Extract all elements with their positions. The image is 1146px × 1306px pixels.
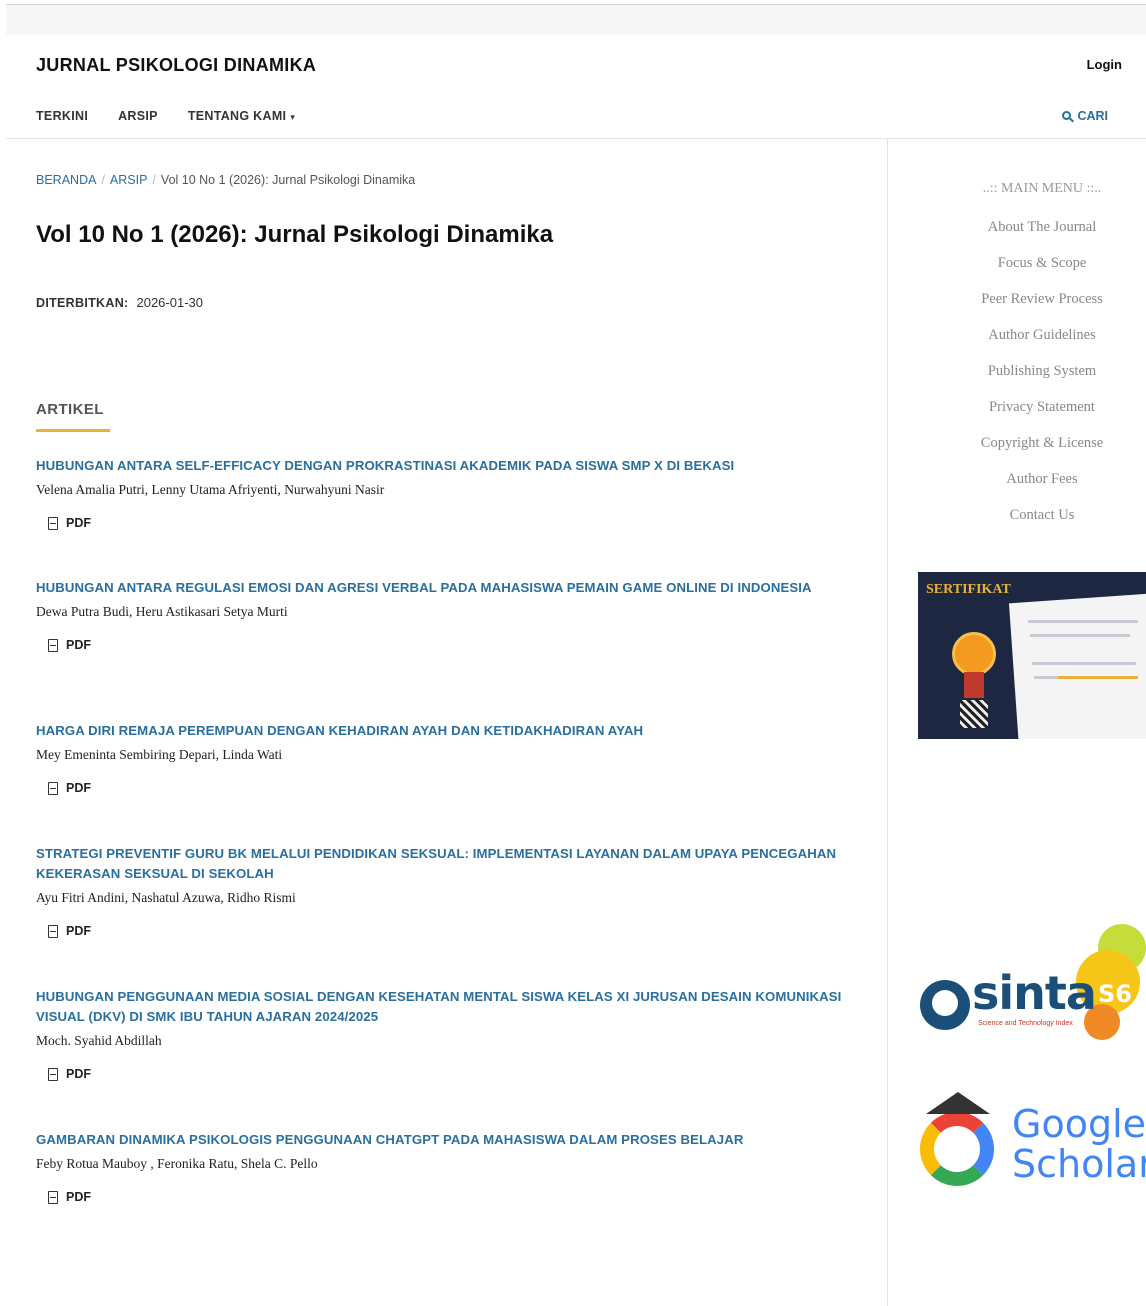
pdf-label: PDF <box>66 516 91 530</box>
sinta-tagline: Science and Technology Index <box>978 1020 1073 1027</box>
article-item: STRATEGI PREVENTIF GURU BK MELALUI PENDI… <box>36 844 866 943</box>
article-authors: Velena Amalia Putri, Lenny Utama Afriyen… <box>36 482 385 497</box>
file-pdf-icon <box>48 1067 58 1081</box>
article-item: HUBUNGAN ANTARA REGULASI EMOSI DAN AGRES… <box>36 578 866 657</box>
certificate-text-line <box>1032 662 1136 665</box>
article-title-link[interactable]: HUBUNGAN ANTARA SELF-EFFICACY DENGAN PRO… <box>36 456 866 476</box>
section-underline <box>36 429 110 432</box>
main-menu-heading: ..:: MAIN MENU ::.. <box>982 181 1102 196</box>
pdf-galley-link[interactable]: PDF <box>48 1190 91 1204</box>
search-label: CARI <box>1077 109 1108 123</box>
sinta-globe-icon <box>920 980 970 1030</box>
sinta-rank-badge: S6 <box>1098 980 1132 1008</box>
nav-arsip[interactable]: ARSIP <box>118 109 158 123</box>
pdf-label: PDF <box>66 781 91 795</box>
article-title-link[interactable]: HUBUNGAN PENGGUNAAN MEDIA SOSIAL DENGAN … <box>36 987 866 1027</box>
search-icon <box>1062 111 1072 120</box>
breadcrumb-separator: / <box>152 173 156 187</box>
google-scholar-logo[interactable]: Google Scholar <box>918 1090 1146 1200</box>
nav-arsip-label: ARSIP <box>118 109 158 123</box>
pdf-label: PDF <box>66 1067 91 1081</box>
file-pdf-icon <box>48 516 58 530</box>
nav-tentang-kami-label: TENTANG KAMI <box>187 109 287 123</box>
breadcrumb-current: Vol 10 No 1 (2026): Jurnal Psikologi Din… <box>160 173 416 187</box>
certificate-title: SERTIFIKAT <box>926 582 1011 597</box>
search-link[interactable]: CARI <box>1062 109 1108 123</box>
breadcrumb-arsip[interactable]: ARSIP <box>110 173 148 187</box>
article-item: HUBUNGAN ANTARA SELF-EFFICACY DENGAN PRO… <box>36 456 866 535</box>
article-title-link[interactable]: GAMBARAN DINAMIKA PSIKOLOGIS PENGGUNAAN … <box>36 1130 866 1150</box>
nav-terkini[interactable]: TERKINI <box>36 109 88 123</box>
certificate-text-line <box>1028 620 1138 623</box>
sinta-logo[interactable]: sinta S6 Science and Technology Index <box>916 920 1146 1070</box>
breadcrumb-beranda[interactable]: BERANDA <box>36 173 96 187</box>
award-ribbon-icon <box>952 632 996 676</box>
column-divider <box>887 139 888 1306</box>
pdf-galley-link[interactable]: PDF <box>48 516 91 530</box>
breadcrumb: BERANDA / ARSIP / Vol 10 No 1 (2026): Jurnal… <box>36 173 415 187</box>
accreditation-certificate-image[interactable]: SERTIFIKAT <box>918 572 1146 739</box>
pdf-galley-link[interactable]: PDF <box>48 781 91 795</box>
article-title-link[interactable]: HARGA DIRI REMAJA PEREMPUAN DENGAN KEHAD… <box>36 721 866 741</box>
pdf-galley-link[interactable]: PDF <box>48 638 91 652</box>
nav-tentang-kami[interactable]: TENTANG KAMI ▾ <box>188 109 295 123</box>
published-value: 2026-01-30 <box>136 295 203 310</box>
pdf-galley-link[interactable]: PDF <box>48 1067 91 1081</box>
menu-item-copyright[interactable]: Copyright & License <box>888 435 1146 452</box>
menu-item-privacy[interactable]: Privacy Statement <box>888 399 1146 416</box>
top-strip <box>6 5 1146 35</box>
menu-item-about[interactable]: About The Journal <box>888 219 1146 236</box>
site-header: JURNAL PSIKOLOGI DINAMIKA Login TERKINI … <box>6 35 1146 139</box>
file-pdf-icon <box>48 781 58 795</box>
article-item: HUBUNGAN PENGGUNAAN MEDIA SOSIAL DENGAN … <box>36 987 866 1086</box>
menu-item-publishing-system[interactable]: Publishing System <box>888 363 1146 380</box>
menu-item-author-guidelines[interactable]: Author Guidelines <box>888 327 1146 344</box>
article-authors: Feby Rotua Mauboy , Feronika Ratu, Shela… <box>36 1156 318 1171</box>
chevron-down-icon: ▾ <box>290 112 296 122</box>
pdf-label: PDF <box>66 1190 91 1204</box>
certificate-paper <box>1008 592 1146 739</box>
pdf-galley-link[interactable]: PDF <box>48 924 91 938</box>
sinta-wordmark: sinta <box>972 966 1097 1020</box>
qr-code-icon <box>960 700 988 728</box>
article-authors: Dewa Putra Budi, Heru Astikasari Setya M… <box>36 604 288 619</box>
file-pdf-icon <box>48 924 58 938</box>
page-title: Vol 10 No 1 (2026): Jurnal Psikologi Din… <box>36 221 554 248</box>
article-authors: Mey Emeninta Sembiring Depari, Linda Wat… <box>36 747 283 762</box>
nav-terkini-label: TERKINI <box>36 109 89 123</box>
google-scholar-wordmark: Google Scholar <box>1012 1102 1146 1186</box>
section-heading: ARTIKEL <box>36 401 104 418</box>
pdf-label: PDF <box>66 638 91 652</box>
primary-nav: TERKINI ARSIP TENTANG KAMI ▾ <box>36 109 295 123</box>
site-title[interactable]: JURNAL PSIKOLOGI DINAMIKA <box>36 55 316 76</box>
article-item: GAMBARAN DINAMIKA PSIKOLOGIS PENGGUNAAN … <box>36 1130 866 1209</box>
menu-item-author-fees[interactable]: Author Fees <box>888 471 1146 488</box>
published-date: DITERBITKAN: 2026-01-30 <box>36 295 203 310</box>
published-label: DITERBITKAN: <box>36 296 129 310</box>
article-title-link[interactable]: STRATEGI PREVENTIF GURU BK MELALUI PENDI… <box>36 844 866 884</box>
file-pdf-icon <box>48 638 58 652</box>
article-authors: Ayu Fitri Andini, Nashatul Azuwa, Ridho … <box>36 890 296 905</box>
graduation-cap-icon <box>926 1092 990 1114</box>
certificate-highlight <box>1058 676 1138 679</box>
article-authors: Moch. Syahid Abdillah <box>36 1033 162 1048</box>
menu-item-contact[interactable]: Contact Us <box>888 507 1146 524</box>
article-title-link[interactable]: HUBUNGAN ANTARA REGULASI EMOSI DAN AGRES… <box>36 578 866 598</box>
google-g-icon <box>920 1112 994 1186</box>
award-ribbon-tail <box>964 672 984 698</box>
file-pdf-icon <box>48 1190 58 1204</box>
certificate-text-line <box>1030 634 1130 637</box>
menu-item-focus-scope[interactable]: Focus & Scope <box>888 255 1146 272</box>
article-item: HARGA DIRI REMAJA PEREMPUAN DENGAN KEHAD… <box>36 721 866 800</box>
breadcrumb-separator: / <box>101 173 105 187</box>
menu-item-peer-review[interactable]: Peer Review Process <box>888 291 1146 308</box>
pdf-label: PDF <box>66 924 91 938</box>
login-link[interactable]: Login <box>1087 57 1122 72</box>
